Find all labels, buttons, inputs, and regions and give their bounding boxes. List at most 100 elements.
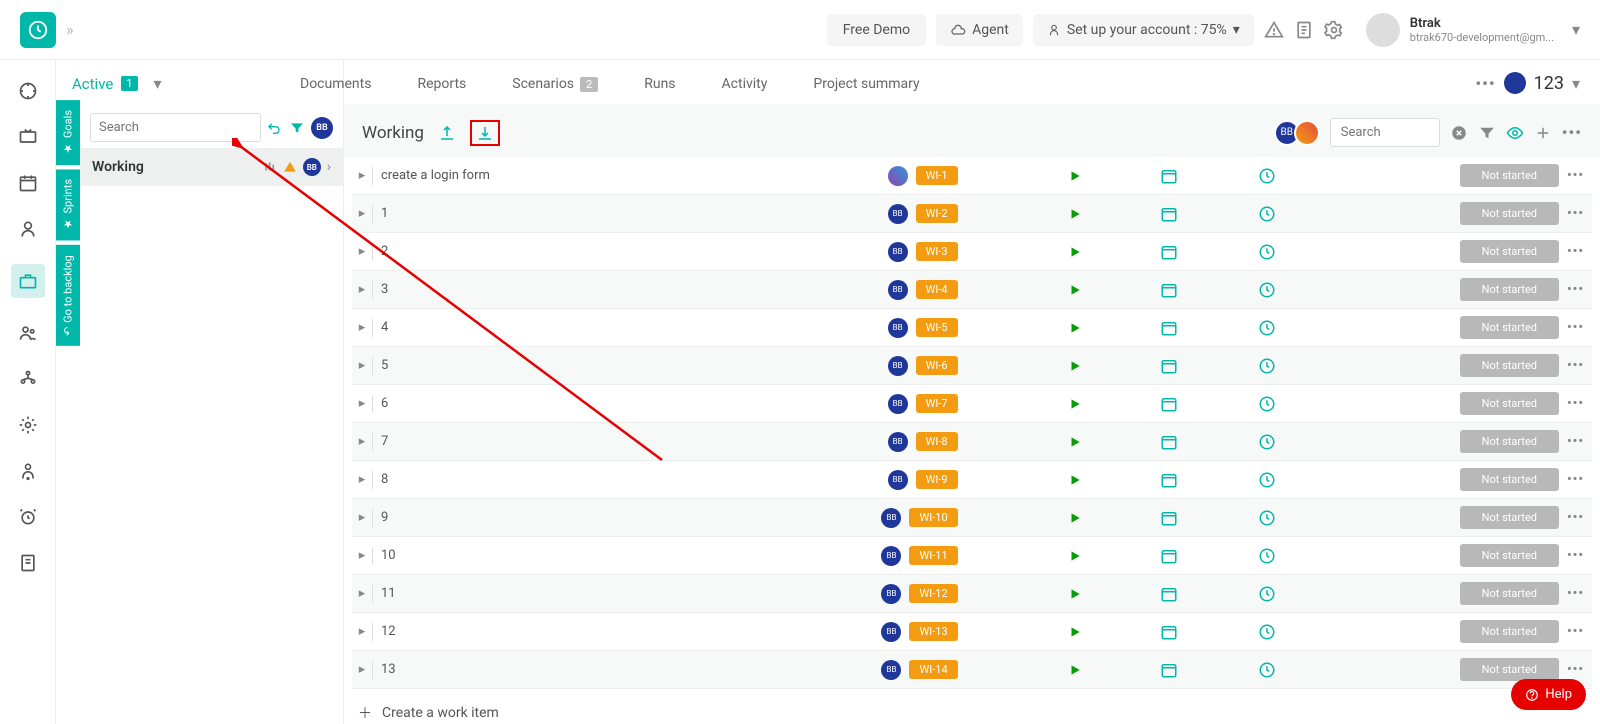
assignee-avatar[interactable]: BB xyxy=(888,318,908,338)
row-more-icon[interactable]: ••• xyxy=(1567,168,1584,183)
clock-icon[interactable] xyxy=(1258,319,1276,337)
work-item-tag[interactable]: WI-5 xyxy=(916,318,958,337)
status-badge[interactable]: Not started xyxy=(1460,544,1559,567)
assignee-avatar[interactable]: BB xyxy=(888,432,908,452)
status-badge[interactable]: Not started xyxy=(1460,582,1559,605)
assignee-avatar[interactable] xyxy=(888,166,908,186)
user-menu[interactable]: Btrak btrak670-development@gm... ▾ xyxy=(1366,13,1580,47)
work-item-tag[interactable]: WI-10 xyxy=(909,508,957,527)
assignee-avatar[interactable]: BB xyxy=(888,242,908,262)
expand-icon[interactable]: ▸ xyxy=(352,320,372,335)
status-badge[interactable]: Not started xyxy=(1460,278,1559,301)
play-icon[interactable] xyxy=(1068,397,1082,411)
more-icon[interactable]: ••• xyxy=(1475,74,1495,93)
expand-icon[interactable]: ▸ xyxy=(352,434,372,449)
nav-settings-icon[interactable] xyxy=(17,414,39,436)
expand-sidebar-icon[interactable]: » xyxy=(66,20,74,39)
play-icon[interactable] xyxy=(1068,549,1082,563)
upload-icon[interactable] xyxy=(438,124,456,142)
warning-icon[interactable] xyxy=(1264,20,1284,40)
play-icon[interactable] xyxy=(1068,663,1082,677)
calendar-icon[interactable] xyxy=(1160,585,1178,603)
work-row[interactable]: ▸create a login formWI-1Not started••• xyxy=(352,157,1592,195)
status-badge[interactable]: Not started xyxy=(1460,316,1559,339)
tab-activity[interactable]: Activity xyxy=(722,76,768,92)
play-icon[interactable] xyxy=(1068,283,1082,297)
clear-icon[interactable] xyxy=(1450,124,1468,142)
play-icon[interactable] xyxy=(1068,625,1082,639)
setup-account-button[interactable]: Set up your account : 75% ▾ xyxy=(1033,14,1254,46)
calendar-icon[interactable] xyxy=(1160,433,1178,451)
row-more-icon[interactable]: ••• xyxy=(1567,434,1584,449)
gear-icon[interactable] xyxy=(1324,20,1344,40)
calendar-icon[interactable] xyxy=(1160,509,1178,527)
row-more-icon[interactable]: ••• xyxy=(1567,320,1584,335)
goal-item-working[interactable]: Working BB › xyxy=(80,148,343,186)
status-badge[interactable]: Not started xyxy=(1460,202,1559,225)
assignee-avatar[interactable]: BB xyxy=(888,356,908,376)
row-more-icon[interactable]: ••• xyxy=(1567,206,1584,221)
goals-search-input[interactable] xyxy=(90,113,261,142)
create-work-item-button[interactable]: ＋ Create a work item xyxy=(344,689,1600,724)
tab-project-summary[interactable]: Project summary xyxy=(813,76,919,92)
expand-icon[interactable]: ▸ xyxy=(352,662,372,677)
assignee-avatar[interactable]: BB xyxy=(888,394,908,414)
status-badge[interactable]: Not started xyxy=(1460,468,1559,491)
work-item-tag[interactable]: WI-3 xyxy=(916,242,958,261)
calendar-icon[interactable] xyxy=(1160,547,1178,565)
nav-briefcase-icon[interactable] xyxy=(11,264,45,298)
side-tab-sprints[interactable]: ★Sprints xyxy=(56,169,80,240)
work-item-tag[interactable]: WI-9 xyxy=(916,470,958,489)
side-tab-goals[interactable]: ★Goals xyxy=(56,100,80,165)
row-more-icon[interactable]: ••• xyxy=(1567,662,1584,677)
clock-icon[interactable] xyxy=(1258,243,1276,261)
nav-alarm-icon[interactable] xyxy=(17,506,39,528)
calendar-icon[interactable] xyxy=(1160,243,1178,261)
row-more-icon[interactable]: ••• xyxy=(1567,510,1584,525)
row-more-icon[interactable]: ••• xyxy=(1567,586,1584,601)
expand-icon[interactable]: ▸ xyxy=(352,510,372,525)
play-icon[interactable] xyxy=(1068,511,1082,525)
work-item-tag[interactable]: WI-7 xyxy=(916,394,958,413)
work-row[interactable]: ▸13BBWI-14Not started••• xyxy=(352,651,1592,689)
status-badge[interactable]: Not started xyxy=(1460,354,1559,377)
work-row[interactable]: ▸3BBWI-4Not started••• xyxy=(352,271,1592,309)
row-more-icon[interactable]: ••• xyxy=(1567,472,1584,487)
clock-icon[interactable] xyxy=(1258,357,1276,375)
download-button-highlighted[interactable] xyxy=(470,120,500,146)
status-badge[interactable]: Not started xyxy=(1460,620,1559,643)
expand-icon[interactable]: ▸ xyxy=(352,624,372,639)
status-badge[interactable]: Not started xyxy=(1460,506,1559,529)
work-row[interactable]: ▸1BBWI-2Not started••• xyxy=(352,195,1592,233)
chevron-right-icon[interactable]: › xyxy=(327,159,331,175)
assignee-avatar[interactable]: BB xyxy=(888,470,908,490)
work-item-tag[interactable]: WI-8 xyxy=(916,432,958,451)
play-icon[interactable] xyxy=(1068,473,1082,487)
calendar-icon[interactable] xyxy=(1160,471,1178,489)
assignee-avatar[interactable]: BB xyxy=(881,508,901,528)
row-more-icon[interactable]: ••• xyxy=(1567,244,1584,259)
clock-icon[interactable] xyxy=(1258,623,1276,641)
user-badge[interactable]: BB xyxy=(311,117,333,139)
assignee-avatar[interactable]: BB xyxy=(881,622,901,642)
clock-icon[interactable] xyxy=(1258,395,1276,413)
tab-runs[interactable]: Runs xyxy=(644,76,675,92)
play-icon[interactable] xyxy=(1068,245,1082,259)
expand-icon[interactable]: ▸ xyxy=(352,206,372,221)
work-item-tag[interactable]: WI-14 xyxy=(909,660,957,679)
clock-icon[interactable] xyxy=(1258,167,1276,185)
clock-icon[interactable] xyxy=(1258,509,1276,527)
clock-icon[interactable] xyxy=(1258,205,1276,223)
status-badge[interactable]: Not started xyxy=(1460,430,1559,453)
tab-reports[interactable]: Reports xyxy=(417,76,466,92)
row-more-icon[interactable]: ••• xyxy=(1567,548,1584,563)
work-row[interactable]: ▸4BBWI-5Not started••• xyxy=(352,309,1592,347)
status-badge[interactable]: Not started xyxy=(1460,164,1559,187)
work-row[interactable]: ▸7BBWI-8Not started••• xyxy=(352,423,1592,461)
tab-documents[interactable]: Documents xyxy=(300,76,371,92)
calendar-icon[interactable] xyxy=(1160,395,1178,413)
work-row[interactable]: ▸11BBWI-12Not started••• xyxy=(352,575,1592,613)
assignee-avatars[interactable]: BB xyxy=(1280,120,1320,146)
play-icon[interactable] xyxy=(1068,207,1082,221)
app-logo[interactable] xyxy=(20,12,56,48)
